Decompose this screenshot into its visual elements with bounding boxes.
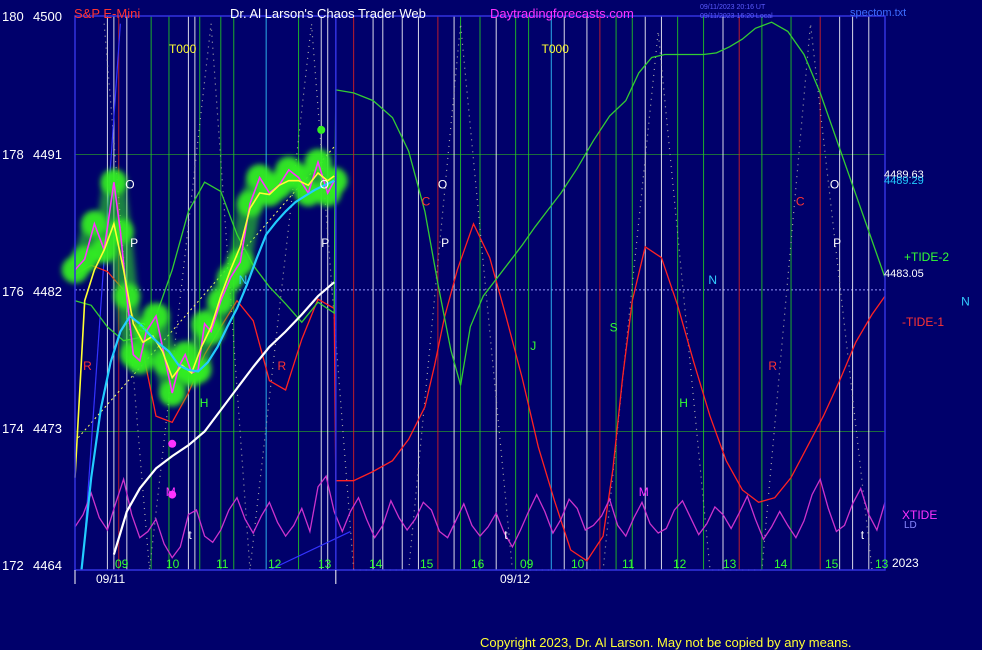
- annotation-label: N: [961, 294, 970, 308]
- annotation-label: O: [438, 177, 447, 191]
- x-tick-labels: 09 10 11 12 13 14 15 16 09 10 11 12 13 1…: [115, 557, 889, 571]
- annotation-label: P: [441, 236, 449, 250]
- x-tick-label: 09: [520, 557, 534, 571]
- x-tick-label: 10: [166, 557, 180, 571]
- site-name: Daytradingforecasts.com: [490, 6, 634, 21]
- x-tick-label: 16: [471, 557, 485, 571]
- annotation-label: J: [530, 339, 536, 353]
- copyright: Copyright 2023, Dr. Al Larson. May not b…: [480, 635, 851, 650]
- x-tick-label: 11: [216, 557, 229, 571]
- x-tick-label: 09: [115, 557, 129, 571]
- date-label: 09/12: [500, 572, 530, 586]
- y-right-label: 4500: [33, 9, 62, 24]
- annotation-label: O: [125, 177, 134, 191]
- y-left-label: 172: [2, 558, 24, 573]
- annotation-label: M: [639, 485, 649, 499]
- y-left-label: 176: [2, 284, 24, 299]
- x-tick-label: 13: [723, 557, 737, 571]
- x-tick-label: 14: [369, 557, 383, 571]
- y-left-label: 174: [2, 421, 24, 436]
- y-left-label: 180: [2, 9, 24, 24]
- annotation-label: T000: [169, 42, 197, 56]
- x-tick-label: 13: [875, 557, 889, 571]
- year-label: 2023: [892, 556, 919, 570]
- chart: T000 T000OPOPOPOPC CR R RN NNS SJH HM Mt t t S&P E…: [2, 4, 970, 650]
- annotation-label: C: [796, 194, 805, 208]
- price-label: 4483.05: [884, 268, 924, 280]
- annotation-label: N: [239, 273, 248, 287]
- y-right-label: 4464: [33, 558, 62, 573]
- y-left-label: 178: [2, 147, 24, 162]
- annotation-label: C: [422, 194, 431, 208]
- x-tick-label: 13: [318, 557, 332, 571]
- low-marker: [168, 439, 177, 448]
- stamp-ut: 09/11/2023 20:16 UT: [700, 4, 766, 11]
- annotation-label: P: [130, 236, 138, 250]
- annotation-label: P: [321, 236, 329, 250]
- annotation-label: O: [320, 177, 329, 191]
- x-tick-label: 15: [420, 557, 434, 571]
- x-tick-label: 12: [268, 557, 282, 571]
- price-label: 4489.29: [884, 175, 924, 187]
- x-tick-label: 15: [825, 557, 839, 571]
- legend-item-ld: LD: [904, 520, 917, 531]
- y-right-label: 4491: [33, 147, 62, 162]
- annotation-label: R: [83, 359, 92, 373]
- high-marker: [317, 125, 326, 134]
- blue-line: [269, 530, 351, 571]
- annotation-label: R: [278, 359, 287, 373]
- x-tick-label: 11: [622, 557, 635, 571]
- annotation-label: P: [833, 236, 841, 250]
- annotation-label: R: [768, 359, 777, 373]
- file-name: spectom.txt: [850, 7, 906, 19]
- date-label: 09/11: [96, 572, 125, 586]
- x-tick-label: 14: [774, 557, 788, 571]
- legend-item-tide1: -TIDE-1: [902, 315, 944, 329]
- annotation-label: T000: [542, 42, 570, 56]
- annotation-label: M: [166, 485, 176, 499]
- y-right-label: 4482: [33, 284, 62, 299]
- annotation-label: N: [708, 273, 717, 287]
- annotation-label: S: [610, 320, 618, 334]
- annotation-label: S: [138, 320, 146, 334]
- dotted-cycle: [353, 23, 873, 571]
- annotation-label: t: [188, 528, 192, 542]
- annotation-label: H: [200, 396, 209, 410]
- annotation-label: t: [861, 528, 865, 542]
- stamp-local: 09/11/2023 16:20 Local: [700, 13, 773, 20]
- annotation-label: H: [679, 396, 688, 410]
- annotation-label: O: [830, 177, 839, 191]
- chart-symbol: S&P E-Mini: [74, 6, 140, 21]
- chart-title: Dr. Al Larson's Chaos Trader Web: [230, 6, 426, 21]
- y-right-label: 4473: [33, 421, 62, 436]
- x-tick-label: 12: [673, 557, 687, 571]
- legend-item-tide2: +TIDE-2: [904, 250, 949, 264]
- x-tick-label: 10: [571, 557, 585, 571]
